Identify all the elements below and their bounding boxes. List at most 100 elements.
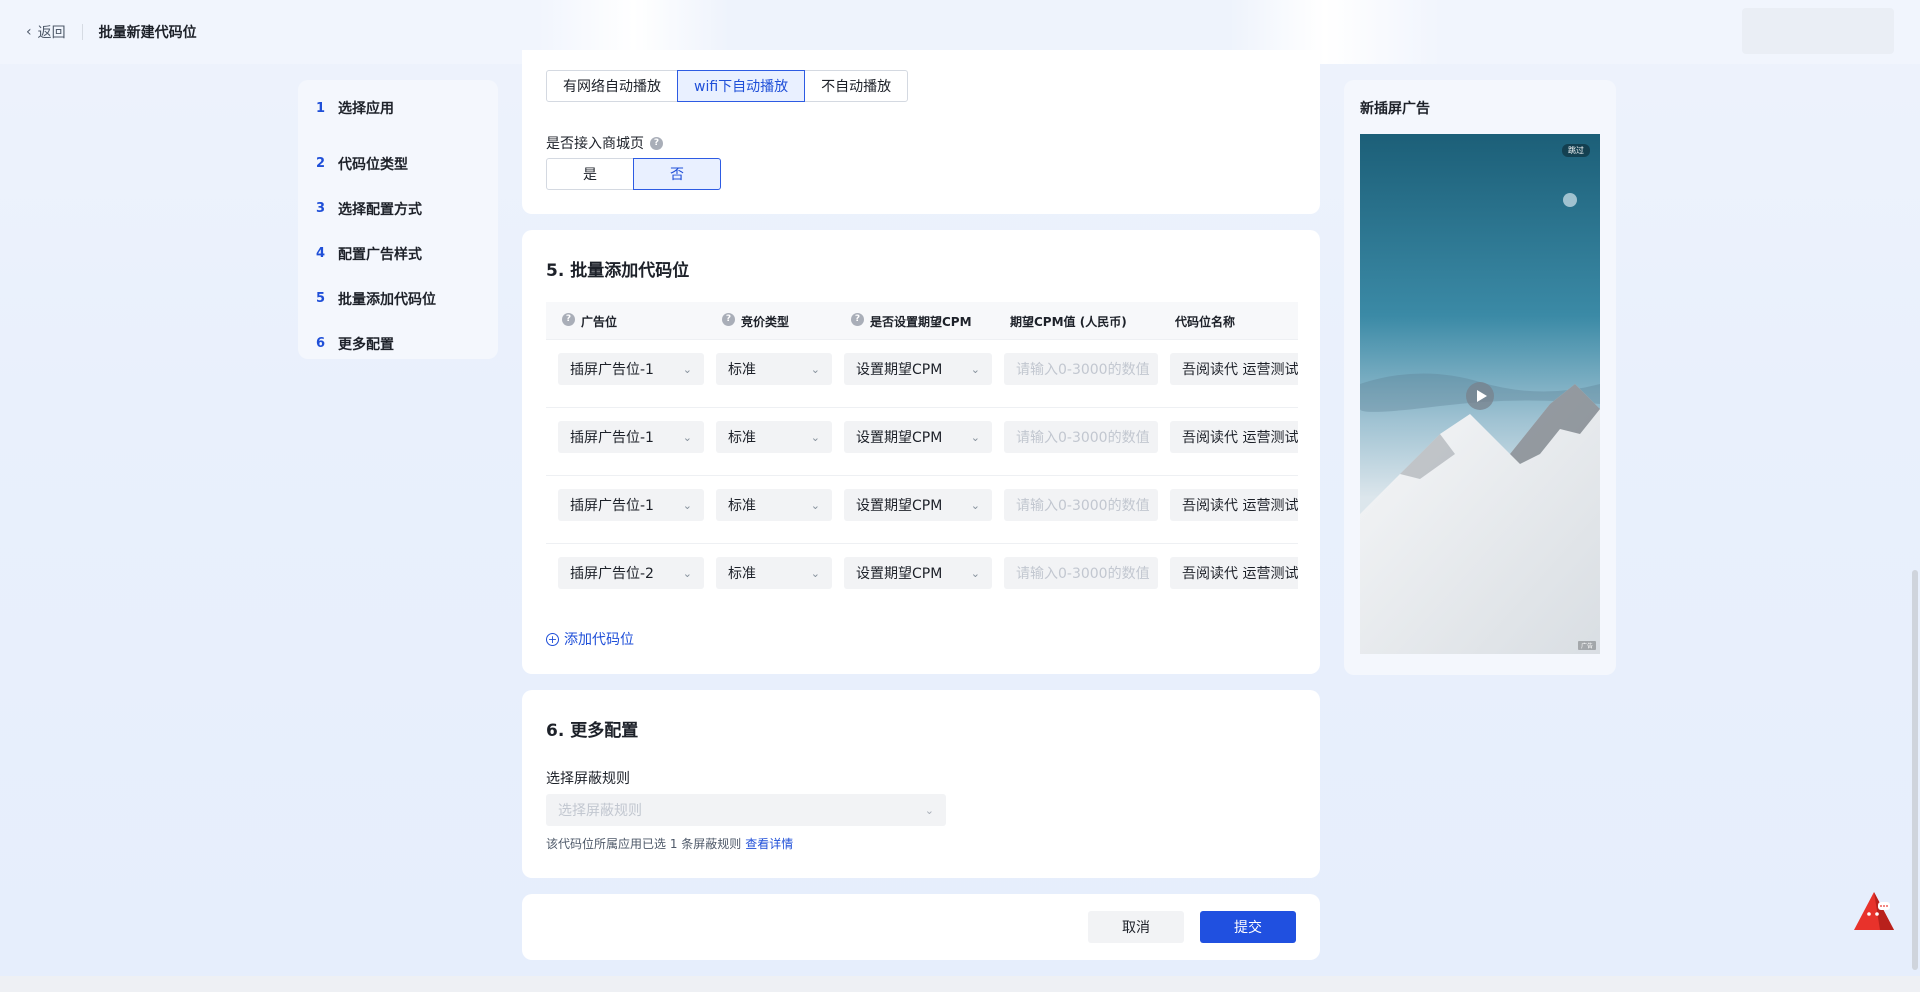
- footer-strip: [0, 976, 1920, 992]
- back-button[interactable]: ‹ 返回: [26, 22, 66, 42]
- mall-segmented: 是 否: [546, 158, 721, 190]
- step-label: 更多配置: [338, 336, 394, 353]
- table-row: 插屏广告位-1 ⌄ 标准 ⌄ 设置期望CPM ⌄ 请输入0-3000的数值 吾阅读代 …: [546, 408, 1298, 476]
- help-icon[interactable]: ?: [650, 136, 663, 150]
- slot-select[interactable]: 插屏广告位-1 ⌄: [558, 489, 704, 521]
- slot-select[interactable]: 插屏广告位-1 ⌄: [558, 353, 704, 385]
- slot-name-input[interactable]: 吾阅读代 运营测试: [1170, 489, 1298, 521]
- batch-add-card: 5. 批量添加代码位 ? 广告位 ? 竞价类型 ? 是否设置期望CPM 期望CP…: [522, 230, 1320, 674]
- help-icon[interactable]: ?: [562, 312, 575, 326]
- bid-type-select[interactable]: 标准 ⌄: [716, 489, 832, 521]
- slot-value: 插屏广告位-1: [570, 430, 654, 446]
- help-icon[interactable]: ?: [851, 312, 864, 326]
- bid-value: 标准: [728, 430, 756, 446]
- cpm-setting-select[interactable]: 设置期望CPM ⌄: [844, 557, 992, 589]
- cpm-value-input[interactable]: 请输入0-3000的数值: [1004, 557, 1158, 589]
- play-icon[interactable]: [1466, 382, 1494, 410]
- col-header-cpm-value: 期望CPM值 (人民币): [1010, 302, 1127, 340]
- step-item-config-method[interactable]: 3 选择配置方式: [316, 186, 480, 231]
- section-5-title: 5. 批量添加代码位: [546, 261, 690, 281]
- slot-name-value: 吾阅读代 运营测试: [1182, 566, 1298, 582]
- autoplay-segmented: 有网络自动播放 wifi下自动播放 不自动播放: [546, 70, 909, 102]
- header-divider: [81, 24, 83, 40]
- col-header-text: 期望CPM值 (人民币): [1010, 314, 1127, 329]
- col-header-text: 广告位: [581, 314, 618, 329]
- autoplay-option-off[interactable]: 不自动播放: [804, 70, 909, 102]
- assistant-mascot-icon[interactable]: [1852, 890, 1896, 934]
- step-item-select-app[interactable]: 1 选择应用: [316, 96, 480, 120]
- view-details-link[interactable]: 查看详情: [745, 837, 793, 851]
- step-number: 3: [316, 201, 326, 216]
- play-triangle: [1476, 390, 1487, 402]
- ad-tag: 广告: [1577, 641, 1596, 650]
- slot-name-input[interactable]: 吾阅读代 运营测试: [1170, 557, 1298, 589]
- user-area[interactable]: [1742, 8, 1894, 54]
- slot-select[interactable]: 插屏广告位-2 ⌄: [558, 557, 704, 589]
- mall-option-no[interactable]: 否: [633, 158, 721, 190]
- cpm-placeholder: 请输入0-3000的数值: [1016, 362, 1150, 378]
- block-rule-placeholder: 选择屏蔽规则: [558, 803, 642, 819]
- block-rule-hint: 该代码位所属应用已选 1 条屏蔽规则 查看详情: [546, 835, 793, 852]
- section-6-title: 6. 更多配置: [546, 721, 639, 741]
- autoplay-option-wifi[interactable]: wifi下自动播放: [677, 70, 806, 102]
- chevron-down-icon: ⌄: [970, 362, 980, 376]
- cpm-setting-value: 设置期望CPM: [856, 566, 943, 582]
- bid-type-select[interactable]: 标准 ⌄: [716, 353, 832, 385]
- block-rule-select[interactable]: 选择屏蔽规则 ⌄: [546, 794, 946, 826]
- chevron-down-icon: ⌄: [682, 498, 692, 512]
- slot-select[interactable]: 插屏广告位-1 ⌄: [558, 421, 704, 453]
- step-label: 批量添加代码位: [338, 291, 436, 308]
- preview-image: 跳过 广告: [1360, 134, 1600, 654]
- add-slot-button[interactable]: + 添加代码位: [546, 629, 634, 649]
- chevron-down-icon: ⌄: [682, 566, 692, 580]
- step-item-batch-add[interactable]: 5 批量添加代码位: [316, 276, 480, 321]
- table-row: 插屏广告位-1 ⌄ 标准 ⌄ 设置期望CPM ⌄ 请输入0-3000的数值 吾阅读代 …: [546, 340, 1298, 408]
- step-item-slot-type[interactable]: 2 代码位类型: [316, 141, 480, 186]
- bid-value: 标准: [728, 566, 756, 582]
- page-title: 批量新建代码位: [98, 25, 197, 41]
- slot-value: 插屏广告位-1: [570, 498, 654, 514]
- mall-field-label: 是否接入商城页 ?: [546, 133, 663, 153]
- cpm-setting-select[interactable]: 设置期望CPM ⌄: [844, 421, 992, 453]
- help-icon[interactable]: ?: [722, 312, 735, 326]
- mascot-graphic: [1854, 892, 1894, 930]
- cpm-value-input[interactable]: 请输入0-3000的数值: [1004, 353, 1158, 385]
- bid-type-select[interactable]: 标准 ⌄: [716, 557, 832, 589]
- autoplay-option-network[interactable]: 有网络自动播放: [546, 70, 678, 102]
- cpm-setting-value: 设置期望CPM: [856, 430, 943, 446]
- cpm-value-input[interactable]: 请输入0-3000的数值: [1004, 421, 1158, 453]
- ad-style-card: 有网络自动播放 wifi下自动播放 不自动播放 是否接入商城页 ? 是 否: [522, 50, 1320, 214]
- step-number: 4: [316, 246, 326, 261]
- step-item-ad-style[interactable]: 4 配置广告样式: [316, 231, 480, 276]
- step-label: 选择配置方式: [338, 201, 422, 218]
- step-number: 5: [316, 291, 326, 306]
- cpm-placeholder: 请输入0-3000的数值: [1016, 498, 1150, 514]
- action-bar: 取消 提交: [522, 894, 1320, 960]
- mall-option-yes[interactable]: 是: [546, 158, 634, 190]
- chevron-down-icon: ⌄: [810, 566, 820, 580]
- slot-table: ? 广告位 ? 竞价类型 ? 是否设置期望CPM 期望CPM值 (人民币) 代码…: [546, 302, 1298, 590]
- table-row: 插屏广告位-1 ⌄ 标准 ⌄ 设置期望CPM ⌄ 请输入0-3000的数值 吾阅读代 …: [546, 476, 1298, 544]
- back-label: 返回: [37, 25, 66, 41]
- cpm-setting-select[interactable]: 设置期望CPM ⌄: [844, 353, 992, 385]
- slot-name-input[interactable]: 吾阅读代 运营测试: [1170, 421, 1298, 453]
- chevron-down-icon: ⌄: [682, 430, 692, 444]
- bid-type-select[interactable]: 标准 ⌄: [716, 421, 832, 453]
- submit-button[interactable]: 提交: [1200, 911, 1296, 943]
- chevron-down-icon: ⌄: [810, 430, 820, 444]
- skip-badge[interactable]: 跳过: [1562, 144, 1590, 157]
- cancel-button[interactable]: 取消: [1088, 911, 1184, 943]
- mall-label-text: 是否接入商城页: [546, 136, 644, 152]
- slot-name-value: 吾阅读代 运营测试: [1182, 498, 1298, 514]
- slot-name-input[interactable]: 吾阅读代 运营测试: [1170, 353, 1298, 385]
- cpm-value-input[interactable]: 请输入0-3000的数值: [1004, 489, 1158, 521]
- plus-circle-icon: +: [546, 632, 559, 646]
- slot-value: 插屏广告位-2: [570, 566, 654, 582]
- step-item-more-config[interactable]: 6 更多配置: [316, 321, 480, 366]
- table-row: 插屏广告位-2 ⌄ 标准 ⌄ 设置期望CPM ⌄ 请输入0-3000的数值 吾阅读代 …: [546, 544, 1298, 590]
- chevron-down-icon: ⌄: [810, 498, 820, 512]
- page-scrollbar[interactable]: [1912, 570, 1918, 970]
- chevron-down-icon: ⌄: [970, 566, 980, 580]
- cpm-setting-select[interactable]: 设置期望CPM ⌄: [844, 489, 992, 521]
- ad-preview-panel: 新插屏广告 跳过 广告: [1344, 80, 1616, 675]
